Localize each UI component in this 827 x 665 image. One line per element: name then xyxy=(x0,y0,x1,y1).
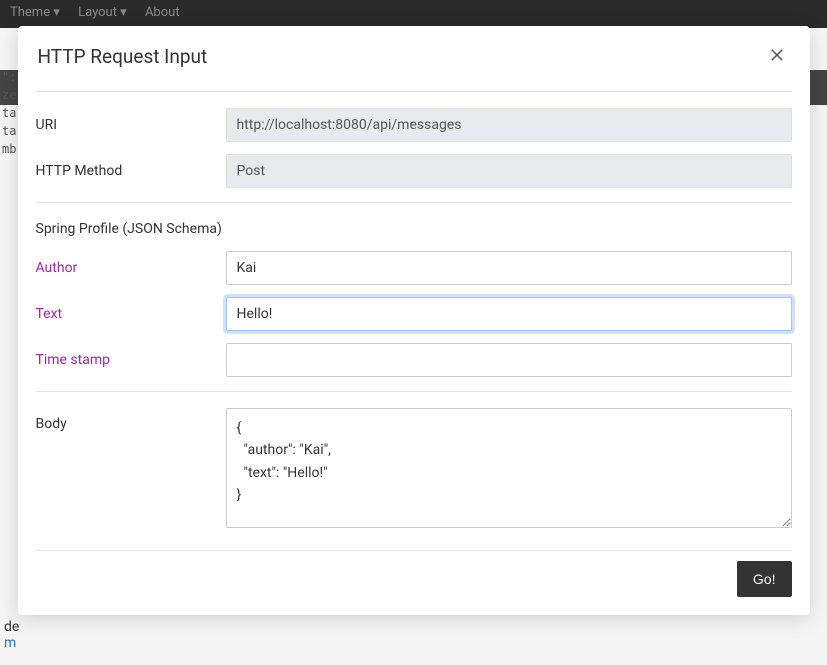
http-method-label: HTTP Method xyxy=(36,163,226,179)
uri-input[interactable] xyxy=(226,108,792,142)
modal-title: HTTP Request Input xyxy=(38,45,208,68)
modal-footer: Go! xyxy=(18,551,810,615)
section-divider-2 xyxy=(36,391,792,392)
timestamp-label: Time stamp xyxy=(36,352,226,368)
http-method-input[interactable] xyxy=(226,154,792,188)
text-label: Text xyxy=(36,306,226,322)
close-button[interactable] xyxy=(764,42,790,71)
body-textarea[interactable] xyxy=(226,408,792,528)
section-divider-1 xyxy=(36,202,792,203)
go-button[interactable]: Go! xyxy=(737,561,792,597)
author-label: Author xyxy=(36,260,226,276)
modal-body: URI HTTP Method Spring Profile (JSON Sch… xyxy=(18,92,810,550)
modal-header: HTTP Request Input xyxy=(18,26,810,91)
close-icon xyxy=(768,46,786,64)
author-input[interactable] xyxy=(226,251,792,285)
http-request-modal: HTTP Request Input URI HTTP Method Sprin… xyxy=(18,26,810,615)
schema-section-header: Spring Profile (JSON Schema) xyxy=(36,221,792,237)
modal-overlay: HTTP Request Input URI HTTP Method Sprin… xyxy=(0,0,827,665)
body-label: Body xyxy=(36,408,226,432)
timestamp-input[interactable] xyxy=(226,343,792,377)
text-input[interactable] xyxy=(226,297,792,331)
uri-label: URI xyxy=(36,117,226,133)
